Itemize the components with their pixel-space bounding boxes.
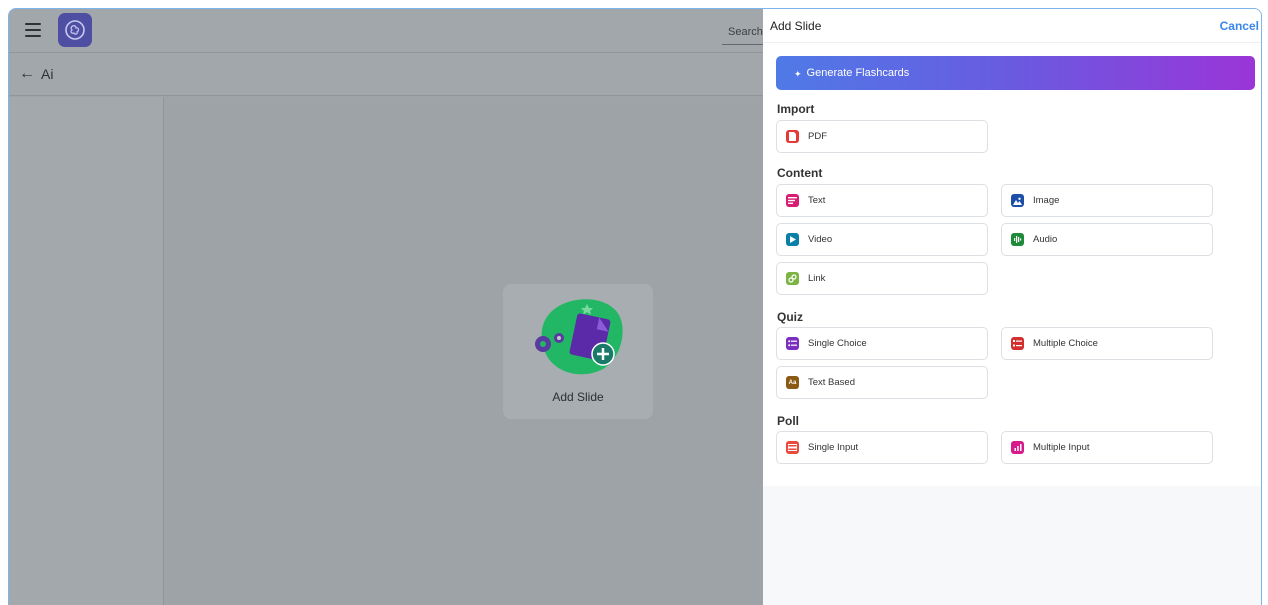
option-label: Video [808, 234, 833, 245]
slide-list-panel [9, 97, 164, 605]
cancel-button[interactable]: Cancel [1220, 19, 1259, 33]
section-title-content: Content [777, 166, 823, 180]
single-input-icon [786, 441, 799, 454]
option-label: Link [808, 273, 826, 284]
option-label: Multiple Input [1033, 442, 1090, 453]
option-single-input[interactable]: Single Input [776, 431, 988, 464]
link-icon [786, 272, 799, 285]
pdf-icon [786, 130, 799, 143]
add-slide-label: Add Slide [552, 390, 604, 404]
option-image[interactable]: Image [1001, 184, 1213, 217]
option-label: Single Input [808, 442, 859, 453]
option-label: Text [808, 195, 826, 206]
multiple-input-icon [1011, 441, 1024, 454]
page-title: Ai [41, 66, 54, 82]
option-audio[interactable]: Audio [1001, 223, 1213, 256]
option-multiple-choice[interactable]: Multiple Choice [1001, 327, 1213, 360]
add-slide-illustration-icon [535, 299, 623, 375]
audio-icon [1011, 233, 1024, 246]
drawer-header: Add Slide Cancel [763, 9, 1261, 43]
option-text-based[interactable]: Aa Text Based [776, 366, 988, 399]
add-slide-drawer: Add Slide Cancel ✦ Generate Flashcards I… [763, 9, 1261, 605]
app-window: ← Ai Add Slide Add Slide [8, 8, 1262, 605]
option-label: Single Choice [808, 338, 867, 349]
option-label: Image [1033, 195, 1060, 206]
add-slide-card[interactable]: Add Slide [503, 284, 653, 419]
section-title-quiz: Quiz [777, 310, 803, 324]
option-label: Audio [1033, 234, 1058, 245]
option-text[interactable]: Text [776, 184, 988, 217]
back-arrow-icon[interactable]: ← [19, 65, 35, 83]
image-icon [1011, 194, 1024, 207]
option-pdf[interactable]: PDF [776, 120, 988, 153]
sparkle-icon: ✦ [794, 69, 802, 79]
drawer-title: Add Slide [770, 19, 822, 33]
text-based-icon: Aa [786, 376, 799, 389]
option-multiple-input[interactable]: Multiple Input [1001, 431, 1213, 464]
menu-icon[interactable] [25, 23, 41, 37]
multiple-choice-icon [1011, 337, 1024, 350]
option-video[interactable]: Video [776, 223, 988, 256]
section-title-import: Import [777, 102, 815, 116]
drawer-body: Add Slide Cancel ✦ Generate Flashcards I… [763, 9, 1261, 486]
option-link[interactable]: Link [776, 262, 988, 295]
section-title-poll: Poll [777, 414, 800, 428]
option-label: Text Based [808, 377, 855, 388]
generate-flashcards-label: Generate Flashcards [806, 67, 910, 79]
text-icon [786, 194, 799, 207]
video-icon [786, 233, 799, 246]
single-choice-icon [786, 337, 799, 350]
option-single-choice[interactable]: Single Choice [776, 327, 988, 360]
option-label: Multiple Choice [1033, 338, 1098, 349]
generate-flashcards-button[interactable]: ✦ Generate Flashcards [776, 56, 1255, 90]
option-label: PDF [808, 131, 827, 142]
brain-logo-icon[interactable] [58, 13, 92, 47]
